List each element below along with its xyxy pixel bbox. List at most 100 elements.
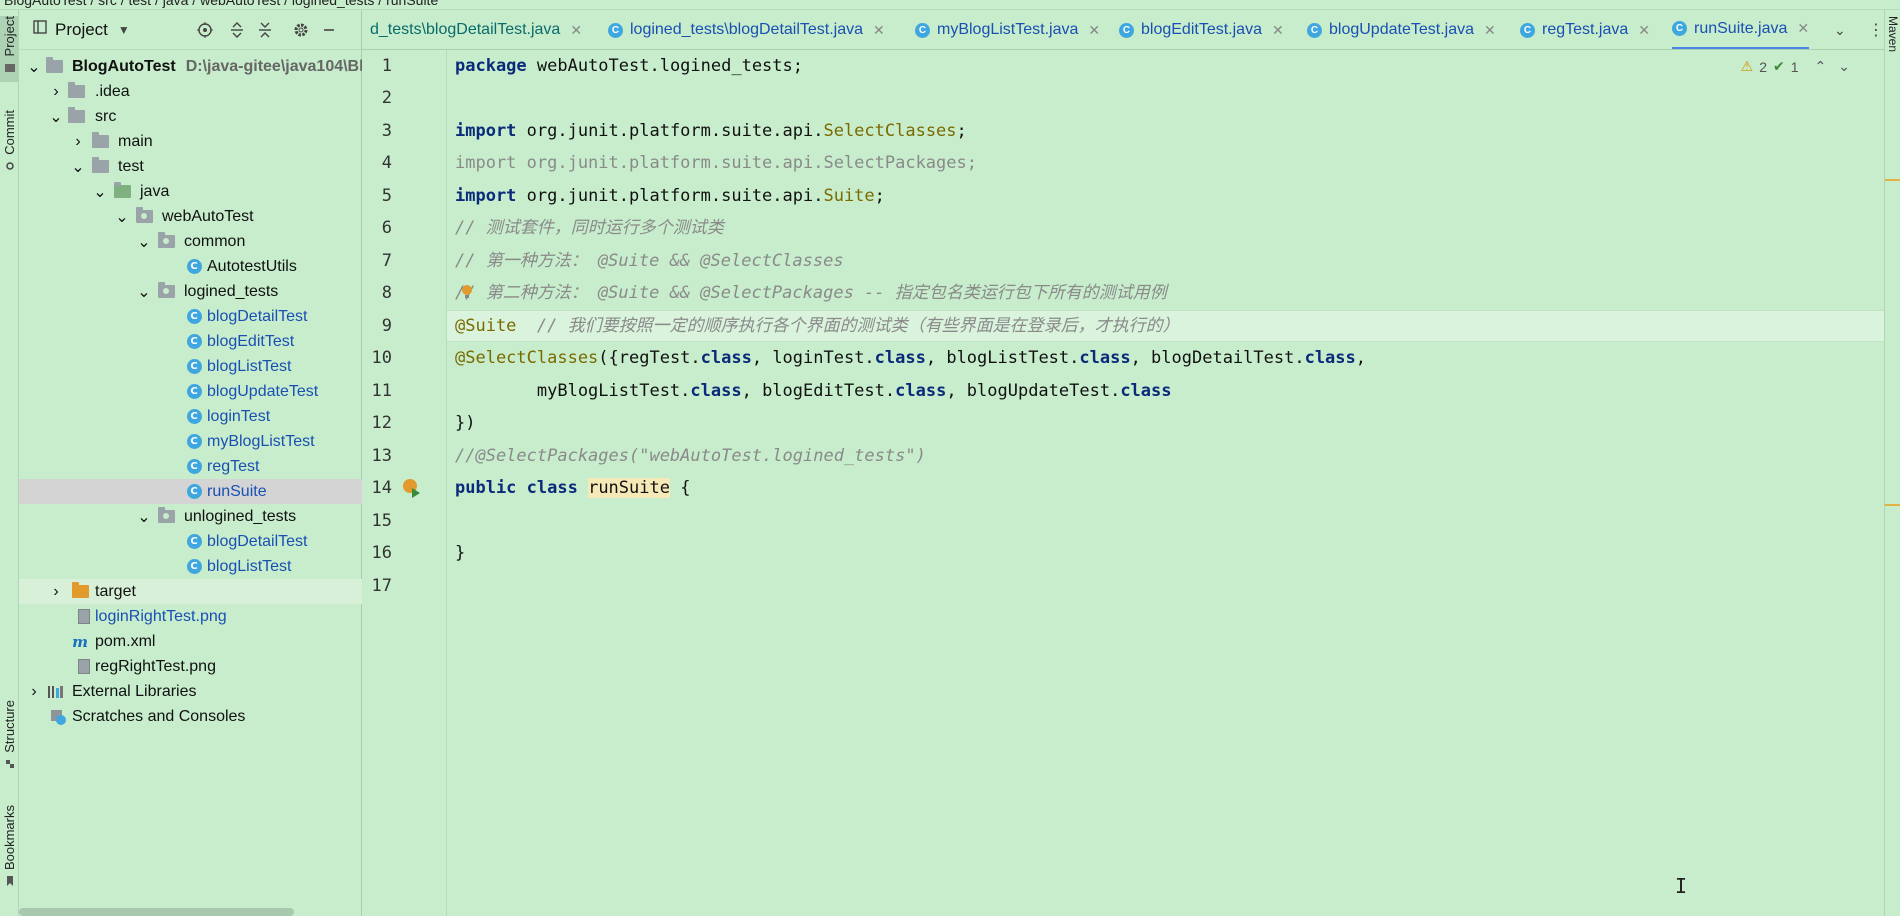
chevron-down-icon[interactable]: ⌄ [137,234,151,251]
tree-item-java[interactable]: ⌄ java [19,179,362,204]
tree-item-runsuite[interactable]: C runSuite [19,479,362,504]
locate-icon[interactable] [195,20,215,40]
tree-item-blogedittest[interactable]: C blogEditTest [19,329,362,354]
tree-item-scratches[interactable]: Scratches and Consoles [19,704,362,729]
code-token: { [669,478,691,498]
collapse-all-icon[interactable] [255,20,275,40]
chevron-down-icon[interactable]: ⌄ [115,209,129,226]
close-icon[interactable]: ✕ [1484,22,1496,39]
more-options-icon[interactable]: ⋮ [1868,20,1884,40]
tab-runsuite[interactable]: CrunSuite.java ✕ [1672,10,1810,49]
close-icon[interactable]: ✕ [1272,22,1284,39]
chevron-down-icon[interactable]: ⌄ [1838,58,1850,75]
tree-item-label: loginTest [207,407,271,425]
tab-logined-blogdetailtest[interactable]: Clogined_tests\blogDetailTest.java ✕ [608,10,885,49]
tree-item-loginrighttest-png[interactable]: loginRightTest.png [19,604,362,629]
tree-item-target[interactable]: › target [19,579,362,604]
intention-bulb-icon[interactable] [461,284,473,305]
chevron-down-icon[interactable]: ⌄ [137,284,151,301]
structure-tool-tab[interactable]: Structure [0,700,19,780]
tree-item-blogautotest[interactable]: ⌄ BlogAutoTest D:\java-gitee\java104\Blo [19,54,373,79]
tab-label: logined_tests\blogDetailTest.java [630,21,864,38]
tree-item-src[interactable]: ⌄ src [19,104,362,129]
code-editor[interactable]: ⚠ 2 ✔ 1 ⌃ ⌄ package webAutoTest.logined_te… [447,50,1884,916]
tab-label: runSuite.java [1694,19,1788,37]
tree-item-label: myBlogListTest [207,432,315,450]
tree-item-common[interactable]: ⌄ common [19,229,362,254]
tab-label: regTest.java [1542,21,1629,38]
tree-item-unlogined-bloglisttest[interactable]: C blogListTest [19,554,362,579]
tab-list-chevron-icon[interactable]: ⌄ [1834,22,1846,39]
tab-mybloglisttest[interactable]: CmyBlogListTest.java ✕ [915,10,1100,49]
tab-regtest[interactable]: CregTest.java ✕ [1520,10,1650,49]
code-token: class [690,381,742,401]
tree-item-regrighttest-png[interactable]: regRightTest.png [19,654,362,679]
project-tree: ⌄ BlogAutoTest D:\java-gitee\java104\Blo … [19,54,373,729]
bookmarks-tool-tab[interactable]: Bookmarks [0,805,19,900]
tree-item-regtest[interactable]: C regTest [19,454,362,479]
chevron-down-icon[interactable]: ⌄ [71,159,85,176]
typo-count: 1 [1790,58,1799,75]
minimize-icon[interactable] [319,20,339,40]
chevron-down-icon[interactable]: ⌄ [93,184,107,201]
chevron-down-icon[interactable]: ▼ [118,23,130,37]
chevron-right-icon[interactable]: › [27,683,41,700]
code-token: SelectClasses [823,121,957,141]
tree-item-logintest[interactable]: C loginTest [19,404,362,429]
warning-stripe-marker[interactable] [1885,179,1900,181]
close-icon[interactable]: ✕ [1088,22,1100,39]
tree-item-main[interactable]: › main [19,129,362,154]
warning-stripe-marker[interactable] [1885,504,1900,506]
line-number: 3 [381,121,392,141]
tree-item-idea[interactable]: › .idea [19,79,362,104]
tree-item-logined-tests[interactable]: ⌄ logined_tests [19,279,362,304]
code-line-16: } [455,543,466,563]
chevron-down-icon[interactable]: ⌄ [49,109,63,126]
tree-item-autotestutils[interactable]: C AutotestUtils [19,254,362,279]
code-token: , loginTest. [751,348,875,368]
class-icon: C [1307,22,1322,38]
tab-unlogined-blogdetailtest[interactable]: d_tests\blogDetailTest.java ✕ [370,10,582,49]
code-line-1: package webAutoTest.logined_tests; [455,50,803,82]
chevron-down-icon[interactable]: ⌄ [137,509,151,526]
tree-item-unlogined-blogdetailtest[interactable]: C blogDetailTest [19,529,362,554]
chevron-right-icon[interactable]: › [49,83,63,100]
chevron-right-icon[interactable]: › [71,133,85,150]
close-icon[interactable]: ✕ [570,22,582,39]
commit-tool-tab[interactable]: Commit [0,110,19,190]
tree-item-blogupdatetest[interactable]: C blogUpdateTest [19,379,362,404]
tree-item-test[interactable]: ⌄ test [19,154,362,179]
maven-tool-tab[interactable]: Maven [1885,16,1900,96]
project-tool-tab[interactable]: Project [0,16,19,82]
tree-item-pom-xml[interactable]: m pom.xml [19,629,362,654]
tree-item-unlogined-tests[interactable]: ⌄ unlogined_tests [19,504,362,529]
tree-item-webautotest[interactable]: ⌄ webAutoTest [19,204,362,229]
top-breadcrumb-strip: BlogAutoTest / src / test / java / webAu… [0,0,1900,10]
run-test-icon[interactable] [402,478,422,503]
tab-blogedittest[interactable]: CblogEditTest.java ✕ [1119,10,1284,49]
close-icon[interactable]: ✕ [1797,20,1809,37]
breadcrumb[interactable]: BlogAutoTest / src / test / java / webAu… [4,0,438,8]
project-folder-icon [33,20,47,39]
code-token: , blogEditTest. [741,381,896,401]
chevron-up-icon[interactable]: ⌃ [1815,58,1827,75]
code-token: , [1355,348,1367,368]
horizontal-scrollbar[interactable] [19,908,294,916]
gear-icon[interactable] [291,20,311,40]
close-icon[interactable]: ✕ [873,22,885,39]
tree-item-blogdetailtest[interactable]: C blogDetailTest [19,304,362,329]
tree-item-external-libraries[interactable]: › External Libraries [19,679,362,704]
tree-item-mybloglisttest[interactable]: C myBlogListTest [19,429,362,454]
libraries-icon [47,683,65,701]
project-panel-title[interactable]: Project [55,20,108,40]
tree-item-label: test [118,157,144,175]
tree-item-label: blogListTest [207,357,292,375]
expand-all-icon[interactable] [227,20,247,40]
tab-blogupdatetest[interactable]: CblogUpdateTest.java ✕ [1307,10,1496,49]
tree-item-bloglisttest[interactable]: C blogListTest [19,354,362,379]
class-icon: C [185,383,203,401]
close-icon[interactable]: ✕ [1638,22,1650,39]
chevron-right-icon[interactable]: › [49,583,63,600]
inspection-widget[interactable]: ⚠ 2 ✔ 1 ⌃ ⌄ [1741,58,1850,75]
chevron-down-icon[interactable]: ⌄ [27,59,41,76]
